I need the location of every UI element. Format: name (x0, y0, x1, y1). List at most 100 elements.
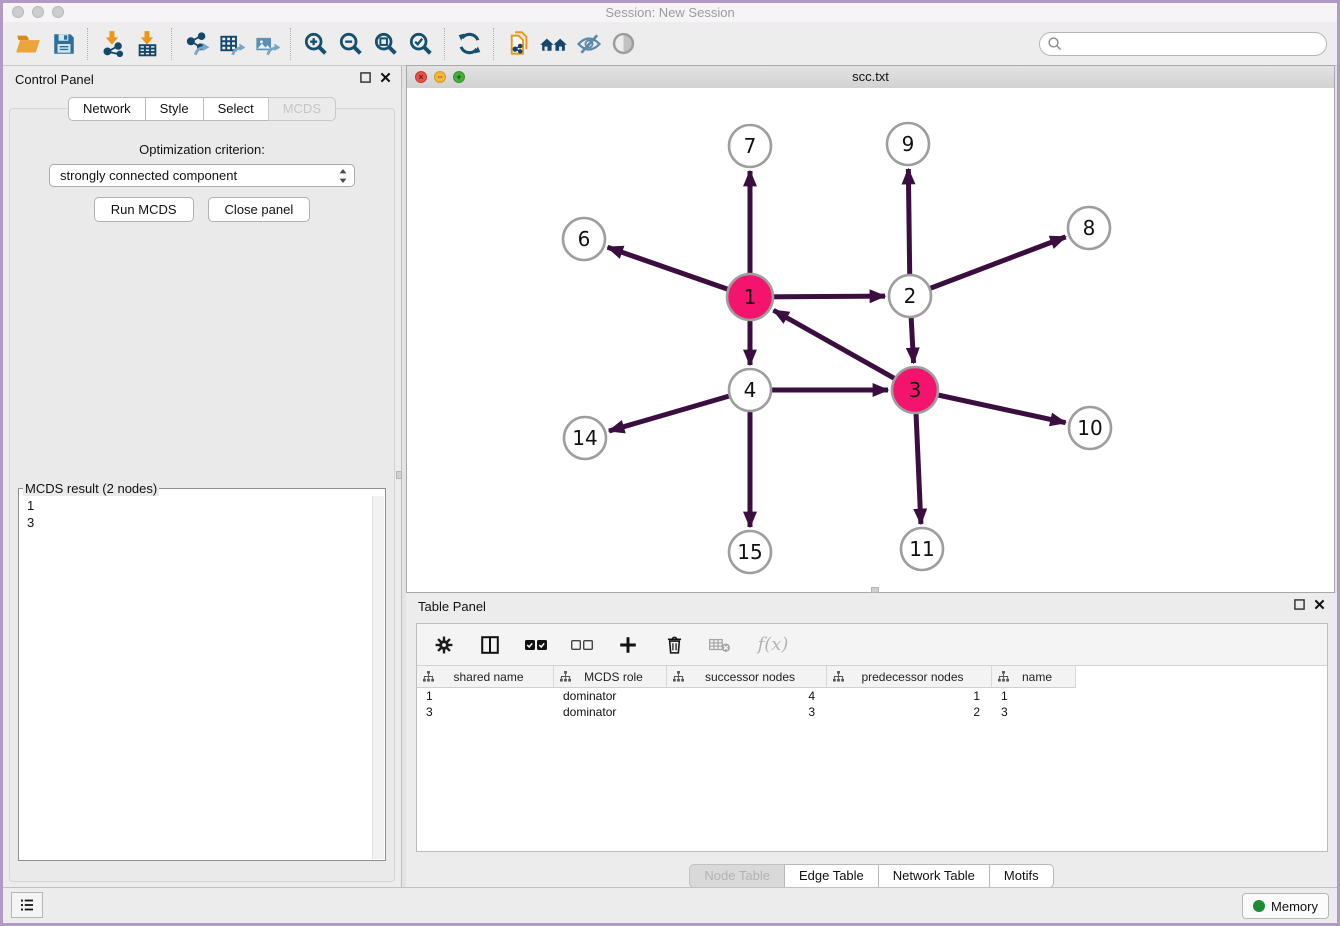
close-mcds-panel-button[interactable]: Close panel (208, 197, 311, 222)
optimization-criterion-select[interactable]: strongly connected component (49, 164, 355, 187)
table-panel-tabs: Node TableEdge TableNetwork TableMotifs (406, 864, 1337, 888)
zoom-selected-icon (407, 30, 435, 58)
refresh-button[interactable] (452, 27, 487, 61)
zoom-in-icon (302, 30, 330, 58)
network-view-window: × − + scc.txt 7968124314101511 (406, 65, 1335, 593)
graph-node-label: 14 (572, 426, 597, 450)
tab-edge-table[interactable]: Edge Table (784, 864, 879, 888)
float-table-panel-icon[interactable] (1294, 599, 1305, 610)
column-header-mcds-role[interactable]: MCDS role (554, 666, 667, 688)
column-header-name[interactable]: name (992, 666, 1076, 688)
delete-table-button[interactable] (707, 632, 733, 658)
task-history-button[interactable] (11, 892, 43, 918)
vertical-split-handle[interactable] (396, 471, 402, 479)
optimization-criterion-value: strongly connected component (60, 168, 237, 183)
graph-node-label: 8 (1083, 216, 1096, 240)
cell-predecessor-nodes[interactable]: 2 (827, 705, 992, 719)
table-toolbar: f(x) (417, 624, 1327, 666)
delete-table-icon (708, 636, 732, 654)
graph-edge-3-1[interactable] (774, 310, 915, 390)
mcds-result-list[interactable]: 13 (20, 496, 373, 859)
zoom-fit-button[interactable] (368, 27, 403, 61)
run-mcds-button[interactable]: Run MCDS (94, 197, 194, 222)
cell-mcds-role[interactable]: dominator (554, 705, 667, 719)
cell-name[interactable]: 1 (992, 689, 1076, 703)
network-canvas[interactable]: 7968124314101511 (407, 88, 1334, 592)
column-header-predecessor-nodes[interactable]: predecessor nodes (827, 666, 992, 688)
cell-successor-nodes[interactable]: 4 (667, 689, 827, 703)
tab-select[interactable]: Select (203, 97, 269, 121)
column-header-successor-nodes[interactable]: successor nodes (667, 666, 827, 688)
network-window-title: scc.txt (407, 69, 1334, 84)
toolbar-separator (290, 28, 292, 60)
export-image-button[interactable] (249, 27, 284, 61)
open-file-button[interactable] (11, 27, 46, 61)
table-row[interactable]: 1dominator411 (417, 688, 1327, 704)
split-panel-button[interactable] (477, 632, 503, 658)
delete-columns-button[interactable] (661, 632, 687, 658)
cell-shared-name[interactable]: 1 (417, 689, 554, 703)
export-table-button[interactable] (214, 27, 249, 61)
save-session-button[interactable] (46, 27, 81, 61)
table-settings-button[interactable] (431, 632, 457, 658)
graph-node-label: 7 (744, 134, 757, 158)
houses-icon (539, 29, 568, 58)
tab-network[interactable]: Network (68, 97, 146, 121)
tab-motifs[interactable]: Motifs (989, 864, 1054, 888)
search-icon (1047, 36, 1063, 52)
graph-node-label: 2 (904, 284, 917, 308)
float-panel-icon[interactable] (360, 72, 371, 83)
tab-node-table[interactable]: Node Table (689, 864, 785, 888)
mcds-result-title: MCDS result (2 nodes) (23, 481, 159, 496)
reset-view-button[interactable] (536, 27, 571, 61)
close-table-panel-icon[interactable] (1314, 599, 1325, 610)
zoom-out-button[interactable] (333, 27, 368, 61)
cell-predecessor-nodes[interactable]: 1 (827, 689, 992, 703)
mcds-result-item: 1 (27, 497, 373, 514)
fx-icon: f(x) (758, 634, 789, 655)
mcds-panel: Optimization criterion: strongly connect… (9, 108, 395, 882)
close-panel-icon[interactable] (380, 72, 391, 83)
table-row[interactable]: 3dominator323 (417, 704, 1327, 720)
export-image-icon (253, 30, 280, 57)
cell-name[interactable]: 3 (992, 705, 1076, 719)
import-table-button[interactable] (130, 27, 165, 61)
tab-network-table[interactable]: Network Table (878, 864, 990, 888)
select-all-columns-button[interactable] (523, 632, 549, 658)
table-body: 1dominator4113dominator323 (417, 688, 1327, 851)
main-toolbar (3, 22, 1337, 66)
import-network-button[interactable] (95, 27, 130, 61)
deselect-all-columns-button[interactable] (569, 632, 595, 658)
graph-node-label: 3 (909, 378, 922, 402)
window-title: Session: New Session (3, 5, 1337, 20)
deselect-all-icon (570, 638, 594, 652)
column-header-shared-name[interactable]: shared name (417, 666, 554, 688)
memory-button[interactable]: Memory (1242, 893, 1329, 919)
tab-style[interactable]: Style (145, 97, 204, 121)
status-bar: Memory (3, 887, 1337, 923)
tab-mcds[interactable]: MCDS (268, 97, 336, 121)
zoom-in-button[interactable] (298, 27, 333, 61)
function-builder-button[interactable]: f(x) (753, 632, 793, 658)
attribute-icon (560, 671, 571, 682)
zoom-fit-icon (372, 30, 400, 58)
cell-mcds-role[interactable]: dominator (554, 689, 667, 703)
clone-network-button[interactable] (501, 27, 536, 61)
control-panel-tabs: NetworkStyleSelectMCDS (3, 97, 401, 121)
show-hide-panels-button[interactable] (571, 27, 606, 61)
add-column-button[interactable] (615, 632, 641, 658)
toolbar-separator (444, 28, 446, 60)
bird-view-button[interactable] (606, 27, 641, 61)
zoom-selected-button[interactable] (403, 27, 438, 61)
control-panel-title: Control Panel (15, 72, 94, 87)
graph-node-label: 15 (737, 540, 762, 564)
cell-successor-nodes[interactable]: 3 (667, 705, 827, 719)
export-network-button[interactable] (179, 27, 214, 61)
cell-shared-name[interactable]: 3 (417, 705, 554, 719)
search-input[interactable] (1063, 34, 1326, 54)
import-table-icon (134, 30, 161, 57)
graph-edge-2-8[interactable] (910, 237, 1066, 296)
clone-network-icon (505, 30, 532, 57)
result-scrollbar[interactable] (372, 496, 384, 859)
split-panel-icon (479, 634, 501, 656)
